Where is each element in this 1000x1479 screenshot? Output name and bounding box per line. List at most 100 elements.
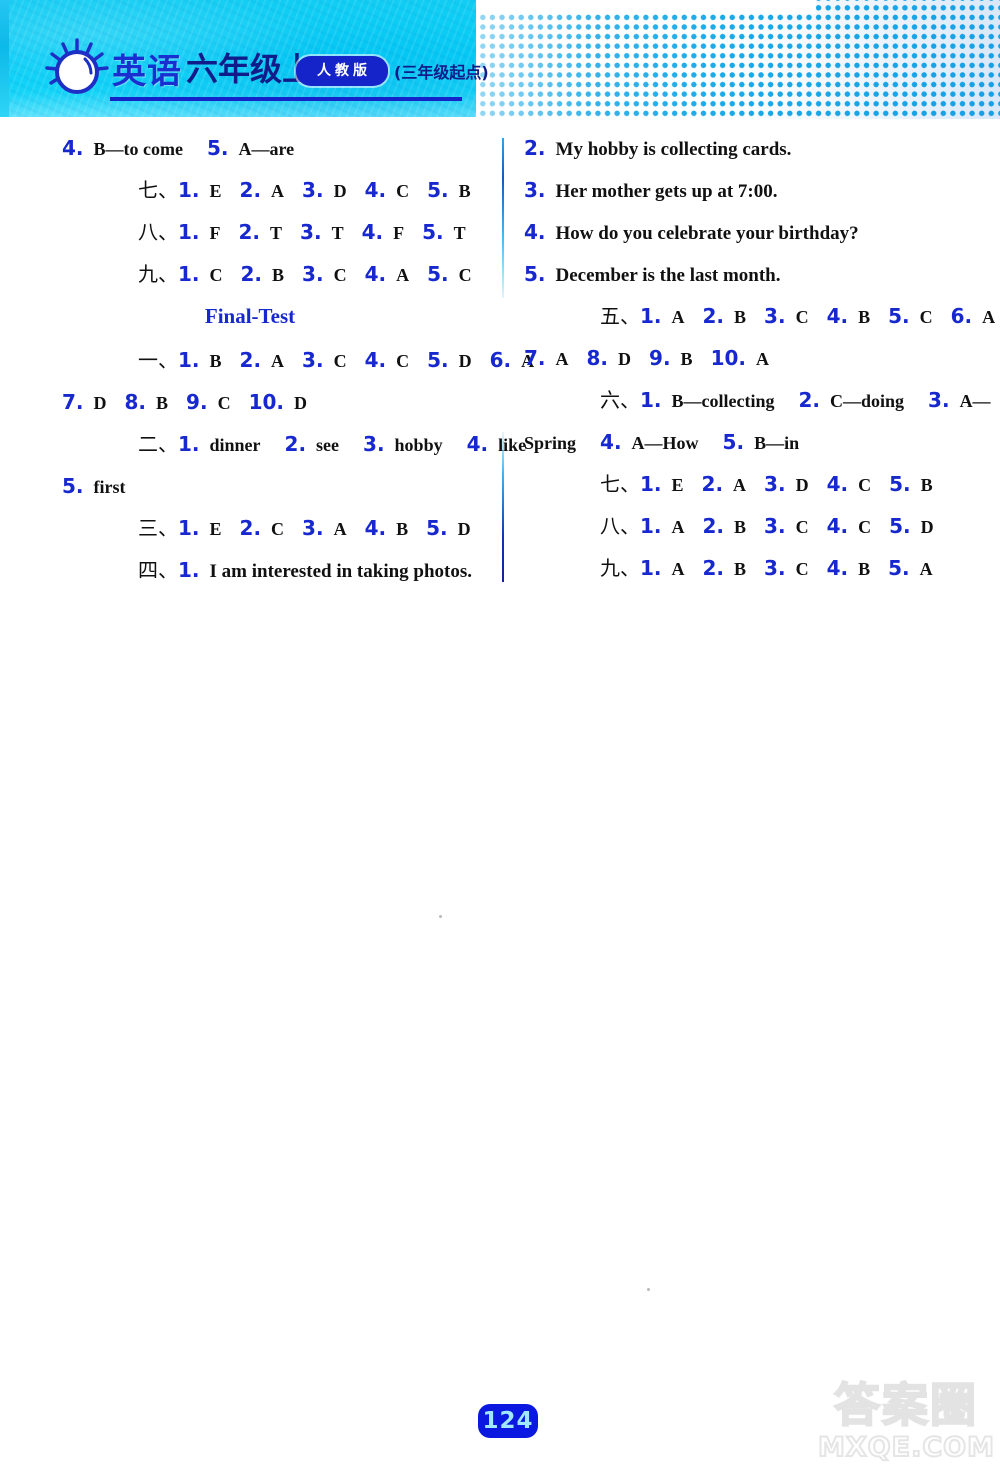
answer-text: D [457, 519, 471, 539]
answer-sentence: How do you celebrate your birthday? [555, 223, 859, 244]
answer-text: F [393, 223, 405, 243]
answer-text: D [618, 349, 632, 369]
item-number: 2. [238, 220, 261, 244]
answer-text: A [396, 265, 410, 285]
site-watermark: 答案圈 MXQE.COM [817, 1377, 995, 1474]
item-number: 2. [702, 304, 725, 328]
answer-text: C—doing [830, 391, 905, 411]
item-number: 1. [178, 516, 200, 540]
answer-text: A [982, 307, 996, 327]
item-number: 8. [124, 390, 147, 414]
item-number: 1. [640, 556, 662, 580]
section-marker: 二、 [138, 432, 178, 456]
item-number: 5. [888, 556, 910, 580]
brand-subject: 英语 [112, 52, 182, 92]
answer-text: B [272, 265, 285, 285]
page-number-badge: 124 [478, 1404, 538, 1438]
answer-line: Spring 4. A—How 5. B—in [524, 432, 980, 474]
answer-text: dinner [209, 435, 261, 455]
item-number: 5. [422, 220, 444, 244]
sun-icon [44, 38, 110, 100]
answer-text: F [209, 223, 221, 243]
item-number: 1. [178, 178, 200, 202]
answer-text: B [858, 307, 871, 327]
item-number: 3. [363, 432, 385, 456]
item-number: 3. [300, 220, 322, 244]
answer-text: D [458, 351, 472, 371]
answer-line: 三、1. E 2. C 3. A 4. B 5. D [62, 518, 492, 560]
answer-text: E [209, 181, 222, 201]
section-marker: 九、 [138, 262, 178, 286]
item-number: 4. [826, 556, 849, 580]
answer-text: A [671, 559, 685, 579]
item-number: 7. [524, 346, 546, 370]
answer-text: D [795, 475, 809, 495]
answer-line: 二、1. dinner 2. see 3. hobby 4. like [62, 432, 526, 476]
item-number: 6. [950, 304, 973, 328]
item-number: 4. [364, 516, 387, 540]
answer-sentence: I am interested in taking photos. [209, 561, 473, 582]
answer-text: B [458, 181, 471, 201]
brand-underline [110, 97, 462, 101]
answer-text: T [270, 223, 283, 243]
item-number: 5. [889, 472, 911, 496]
item-number: 4. [466, 432, 489, 456]
answer-text: B [734, 517, 747, 537]
section-marker: 九、 [600, 556, 640, 580]
answer-sentence: My hobby is collecting cards. [555, 139, 792, 160]
answer-sentence: Her mother gets up at 7:00. [555, 181, 778, 202]
item-number: 1. [640, 514, 662, 538]
watermark-chinese-text: 答案圈 [833, 1377, 978, 1433]
answer-text: B [156, 393, 169, 413]
answer-text: hobby [394, 435, 443, 455]
item-number: 2. [284, 432, 307, 456]
right-answer-column: 2. My hobby is collecting cards. 3. Her mot… [524, 138, 995, 600]
item-number: 4. [361, 220, 384, 244]
answer-line: 七、1. E 2. A 3. D 4. C 5. B [62, 180, 492, 222]
item-number: 9. [186, 390, 208, 414]
answer-key-page: 英语 六年级上 人教版 (三年级起点) 4. B—to come 5. A—are 七、… [0, 0, 1000, 1479]
item-number: 10. [248, 390, 284, 414]
answer-text: A [271, 351, 285, 371]
answer-line: 5. December is the last month. [524, 264, 980, 306]
item-number: 3. [764, 304, 786, 328]
header-dots-top-mask [476, 0, 816, 14]
answer-text: see [316, 435, 340, 455]
item-number: 2. [702, 514, 725, 538]
item-number: 8. [586, 346, 609, 370]
item-number: 3. [764, 556, 786, 580]
section-marker: 三、 [138, 516, 178, 540]
item-number: 4. [826, 472, 849, 496]
answer-line: 五、1. A 2. B 3. C 4. B 5. C 6. A [524, 304, 995, 348]
answer-text: C [333, 265, 347, 285]
item-number: 1. [640, 388, 662, 412]
answer-text: C [458, 265, 472, 285]
scan-speck [439, 915, 442, 918]
section-marker: 四、 [138, 558, 178, 582]
edition-note: (三年级起点) [394, 63, 489, 82]
answer-text: like [498, 435, 527, 455]
answer-text: C [795, 307, 809, 327]
item-number: 9. [649, 346, 671, 370]
section-marker: 五、 [600, 304, 640, 328]
page-header: 英语 六年级上 人教版 (三年级起点) [0, 0, 1000, 119]
answer-text: Spring [524, 433, 577, 453]
item-number: 2. [239, 348, 262, 372]
answer-text: C [271, 519, 285, 539]
answer-text: D [333, 181, 347, 201]
section-marker: 七、 [600, 472, 640, 496]
answer-text: C [333, 351, 347, 371]
answer-text: D [294, 393, 307, 413]
column-divider-top [502, 138, 504, 298]
answer-sentence: December is the last month. [555, 265, 781, 286]
item-number: 3. [302, 348, 324, 372]
answer-text: B [734, 559, 747, 579]
answer-text: B [209, 351, 222, 371]
item-number: 3. [764, 514, 786, 538]
answer-text: A [671, 307, 685, 327]
section-marker: 八、 [138, 220, 178, 244]
item-number: 2. [239, 516, 262, 540]
answer-text: A [333, 519, 347, 539]
item-number: 1. [178, 262, 200, 286]
answer-text: B—to come [93, 139, 183, 159]
